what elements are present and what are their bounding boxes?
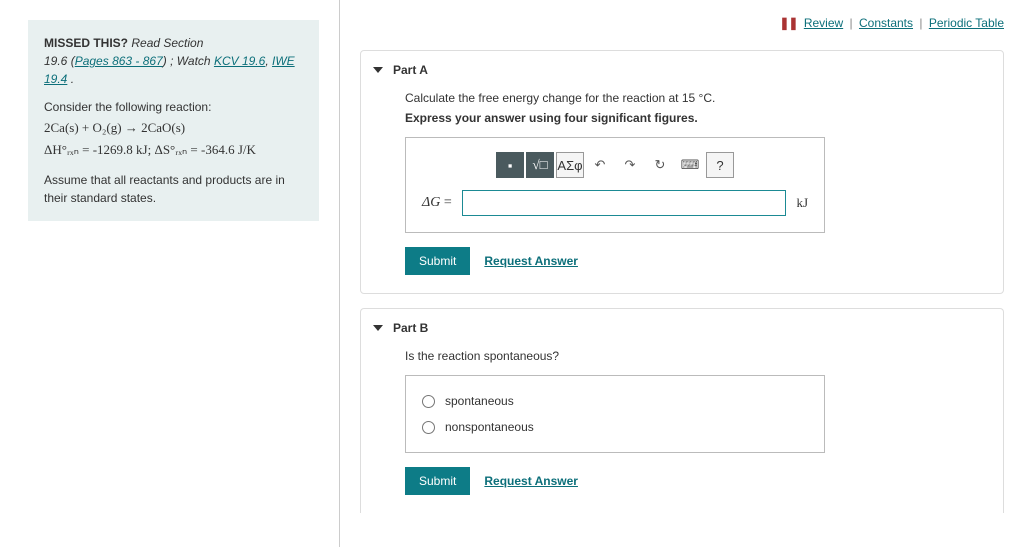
radio-box: spontaneous nonspontaneous — [405, 375, 825, 453]
request-answer-b[interactable]: Request Answer — [484, 474, 578, 488]
help-icon[interactable]: ? — [706, 152, 734, 178]
request-answer-a[interactable]: Request Answer — [484, 254, 578, 268]
sqrt-icon[interactable]: √□ — [526, 152, 554, 178]
review-link[interactable]: Review — [804, 16, 843, 30]
reset-icon[interactable]: ↻ — [646, 152, 674, 178]
top-links: ❚❚ Review | Constants | Periodic Table — [360, 16, 1004, 30]
read-section: Read Section — [131, 36, 203, 50]
toolbar: ▪ √□ ΑΣφ ↶ ↷ ↻ ⌨ ? — [422, 152, 808, 178]
radio-spontaneous[interactable] — [422, 395, 435, 408]
caret-down-icon — [373, 67, 383, 73]
submit-button-b[interactable]: Submit — [405, 467, 470, 495]
pages-link[interactable]: Pages 863 - 867 — [75, 54, 163, 68]
radio-nonspontaneous[interactable] — [422, 421, 435, 434]
part-a-header[interactable]: Part A — [361, 51, 1003, 87]
left-panel: MISSED THIS? Read Section 19.6 (Pages 86… — [0, 0, 340, 547]
part-a-express: Express your answer using four significa… — [405, 111, 1003, 125]
assume-text: Assume that all reactants and products a… — [44, 171, 303, 207]
thermo-values: ΔH°ᵣₓₙ = -1269.8 kJ; ΔS°ᵣₓₙ = -364.6 J/K — [44, 140, 303, 160]
keyboard-icon[interactable]: ⌨ — [676, 152, 704, 178]
kcv-link[interactable]: KCV 19.6 — [214, 54, 265, 68]
dg-label: ΔG = — [422, 195, 452, 211]
constants-link[interactable]: Constants — [859, 16, 913, 30]
option-nonspontaneous[interactable]: nonspontaneous — [422, 414, 808, 440]
answer-input[interactable] — [462, 190, 787, 216]
right-panel: ❚❚ Review | Constants | Periodic Table P… — [340, 0, 1024, 547]
answer-box-a: ▪ √□ ΑΣφ ↶ ↷ ↻ ⌨ ? ΔG = kJ — [405, 137, 825, 233]
template-icon[interactable]: ▪ — [496, 152, 524, 178]
part-b-prompt: Is the reaction spontaneous? — [405, 349, 1003, 363]
part-b-header[interactable]: Part B — [361, 309, 1003, 345]
reaction-eq: 2Ca(s) + O₂(g) → 2CaO(s) — [44, 118, 303, 138]
part-b: Part B Is the reaction spontaneous? spon… — [360, 308, 1004, 513]
part-a-title: Part A — [393, 63, 428, 77]
hint-box: MISSED THIS? Read Section 19.6 (Pages 86… — [28, 20, 319, 221]
redo-icon[interactable]: ↷ — [616, 152, 644, 178]
consider-text: Consider the following reaction: — [44, 98, 303, 116]
part-b-title: Part B — [393, 321, 428, 335]
caret-down-icon — [373, 325, 383, 331]
missed-label: MISSED THIS? — [44, 36, 128, 50]
undo-icon[interactable]: ↶ — [586, 152, 614, 178]
part-a: Part A Calculate the free energy change … — [360, 50, 1004, 294]
option-spontaneous[interactable]: spontaneous — [422, 388, 808, 414]
unit-label: kJ — [796, 195, 808, 211]
greek-button[interactable]: ΑΣφ — [556, 152, 584, 178]
section-num: 19.6 — [44, 54, 67, 68]
review-icon: ❚❚ — [779, 16, 797, 30]
periodic-link[interactable]: Periodic Table — [929, 16, 1004, 30]
part-a-prompt: Calculate the free energy change for the… — [405, 91, 1003, 105]
submit-button-a[interactable]: Submit — [405, 247, 470, 275]
watch-label: ; Watch — [170, 54, 210, 68]
